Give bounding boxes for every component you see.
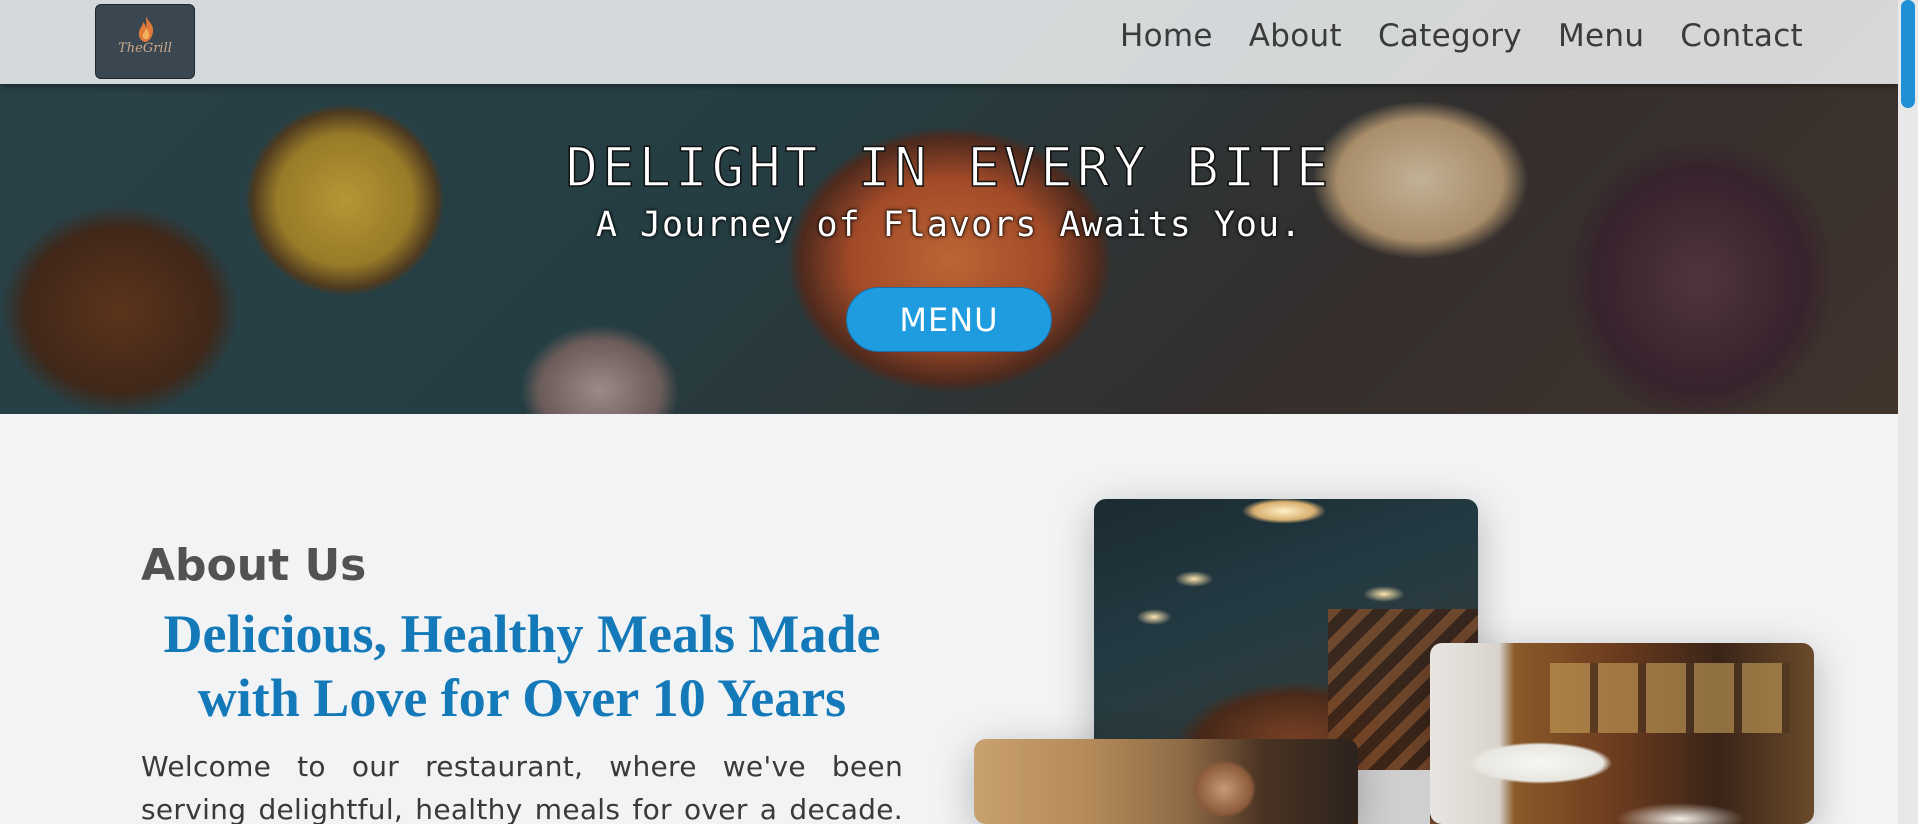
restaurant-page: DELIGHT IN EVERY BITE A Journey of Flavo… [0,0,1918,824]
nav-link-menu[interactable]: Menu [1558,18,1644,54]
nav-link-about[interactable]: About [1249,18,1342,54]
window-detail [1550,663,1790,733]
about-tagline: Delicious, Healthy Meals Made with Love … [163,604,881,728]
logo[interactable]: TheGrill [95,4,195,79]
menu-button[interactable]: MENU [846,287,1052,352]
nav-links: Home About Category Menu Contact [1120,18,1803,54]
chef-photo [974,739,1358,824]
logo-text: TheGrill [118,41,172,56]
photo-backdrop [1358,770,1430,824]
hero-subtitle: A Journey of Flavors Awaits You. [595,205,1303,245]
nav-link-home[interactable]: Home [1120,18,1213,54]
hero-title: DELIGHT IN EVERY BITE [565,135,1333,200]
page-scrollbar[interactable] [1898,0,1918,824]
scrollbar-thumb[interactable] [1901,0,1915,108]
nav-link-category[interactable]: Category [1378,18,1522,54]
about-body: Welcome to our restaurant, where we've b… [141,750,903,824]
nav-link-contact[interactable]: Contact [1680,18,1803,54]
top-navigation: TheGrill Home About Category Menu Contac… [0,0,1898,84]
flame-icon [138,16,154,42]
waiter-serving-photo [1430,643,1814,824]
about-heading: About Us [141,540,367,591]
